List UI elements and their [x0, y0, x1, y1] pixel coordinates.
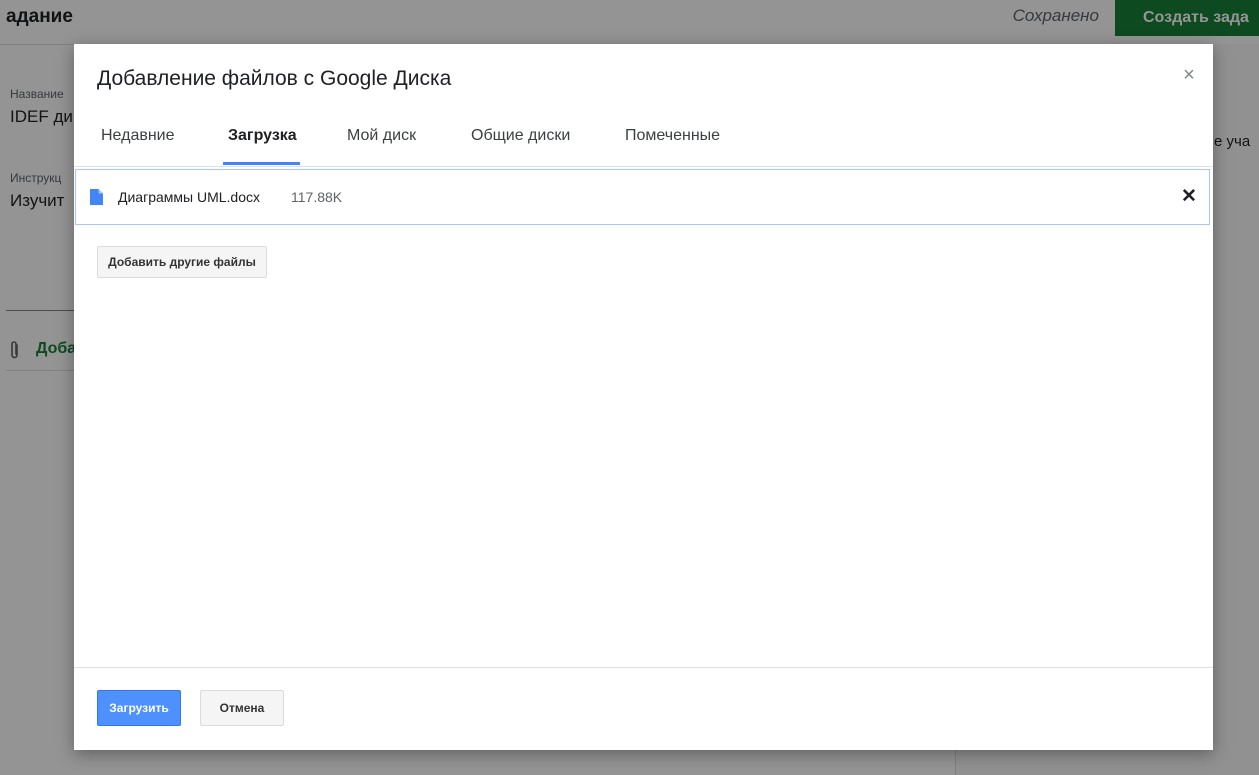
file-name: Диаграммы UML.docx — [118, 189, 260, 205]
tab-my-drive[interactable]: Мой диск — [347, 114, 416, 164]
tab-starred[interactable]: Помеченные — [625, 114, 720, 164]
active-tab-indicator — [223, 162, 300, 165]
upload-button[interactable]: Загрузить — [97, 690, 181, 726]
cancel-button[interactable]: Отмена — [200, 690, 284, 726]
add-more-files-button[interactable]: Добавить другие файлы — [97, 246, 267, 278]
tab-recent[interactable]: Недавние — [101, 114, 175, 164]
dialog-title: Добавление файлов с Google Диска — [97, 67, 452, 90]
document-icon — [90, 189, 103, 205]
google-drive-picker-dialog: Добавление файлов с Google Диска × Недав… — [74, 44, 1213, 750]
close-icon[interactable]: × — [1178, 64, 1200, 86]
tab-upload[interactable]: Загрузка — [228, 114, 297, 164]
upload-file-row: Диаграммы UML.docx 117.88K ✕ — [75, 169, 1210, 225]
tab-shared-drives[interactable]: Общие диски — [471, 114, 570, 164]
picker-tabs: Недавние Загрузка Мой диск Общие диски П… — [74, 114, 1213, 167]
remove-file-icon[interactable]: ✕ — [1178, 186, 1200, 208]
footer-divider — [74, 667, 1213, 668]
file-size: 117.88K — [291, 189, 343, 205]
